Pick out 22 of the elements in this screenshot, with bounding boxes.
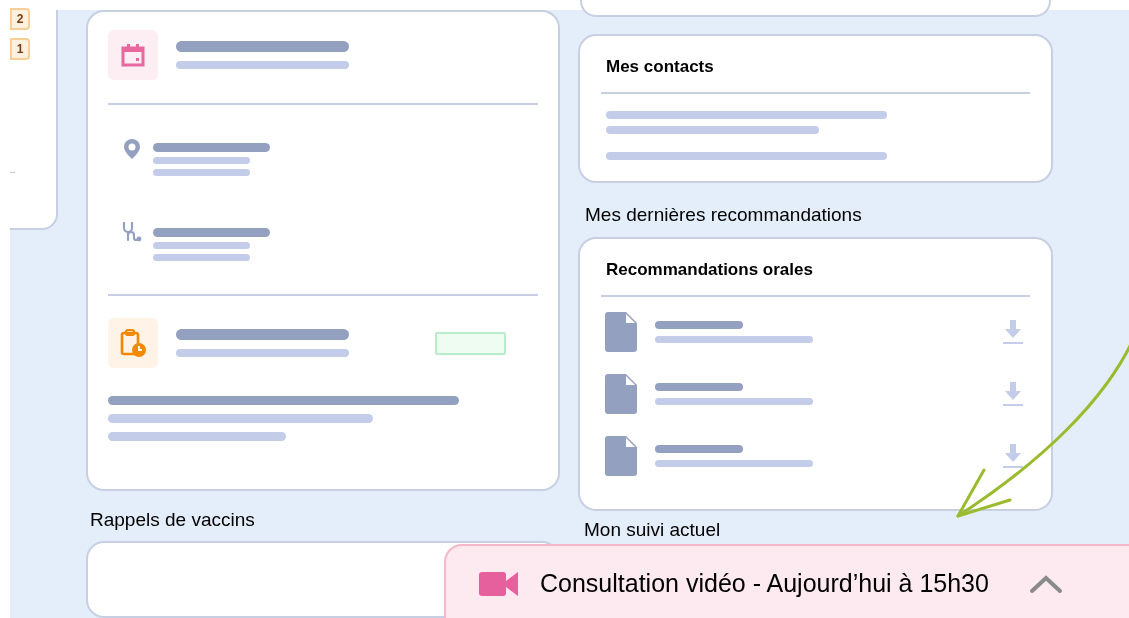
card-title: Mes contacts [605, 56, 715, 78]
chevron-icon[interactable] [1028, 574, 1063, 594]
section-heading: Mes dernières recommandations [585, 203, 863, 227]
calendar-icon [108, 30, 158, 80]
card-title: Recommandations orales [605, 259, 814, 281]
section-heading: Mon suivi actuel [584, 519, 722, 541]
stethoscope-icon [122, 222, 142, 242]
location-pin-icon [124, 139, 140, 159]
section-heading: Rappels de vaccins [90, 508, 256, 533]
download-icon[interactable] [1003, 443, 1023, 469]
clipboard-clock-icon [108, 318, 158, 368]
download-icon[interactable] [1003, 319, 1023, 345]
document-icon [605, 374, 637, 414]
status-tag [435, 331, 506, 355]
count-badge: 1 [10, 38, 30, 60]
document-icon [605, 312, 637, 352]
document-icon [605, 436, 637, 476]
count-badge: 2 [10, 8, 30, 30]
download-icon[interactable] [1003, 381, 1023, 407]
video-camera-icon [479, 572, 518, 596]
banner-text: Consultation vidéo - Aujourd’hui à 15h30 [540, 568, 989, 600]
video-consultation-banner[interactable]: Consultation vidéo - Aujourd’hui à 15h30 [444, 544, 1129, 618]
